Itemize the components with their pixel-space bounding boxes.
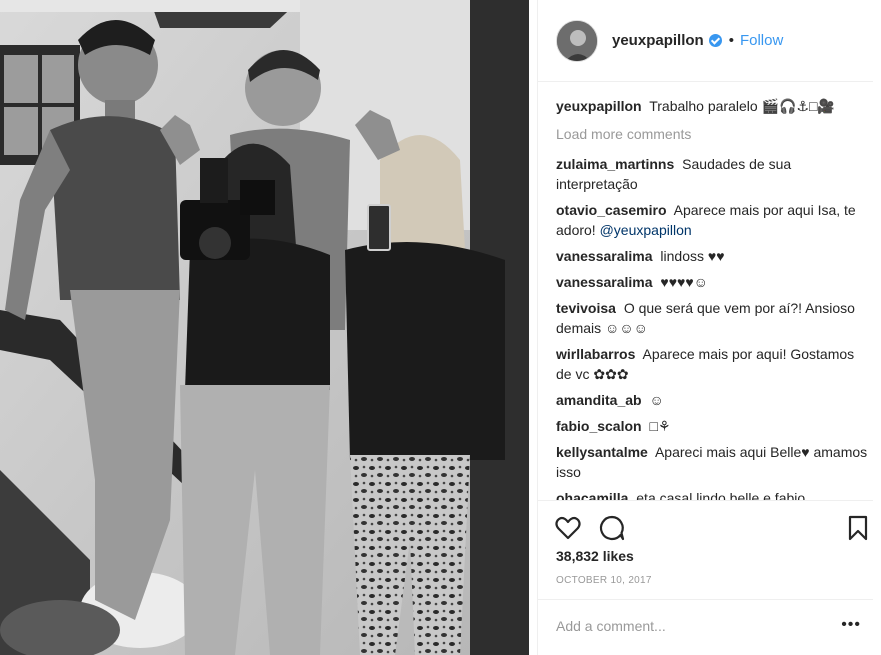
user-avatar[interactable] (556, 19, 598, 62)
comment-username[interactable]: kellysantalme (556, 444, 648, 460)
load-more-comments-button[interactable]: Load more comments (556, 124, 872, 144)
comment-username[interactable]: zulaima_martinns (556, 156, 674, 172)
comment-item: vanessaralima ♥♥♥♥☺ (556, 272, 872, 292)
comments-list[interactable]: yeuxpapillon Trabalho paralelo 🎬🎧⚓□🎥 Loa… (556, 96, 872, 500)
comment-item: amandita_ab ☺ (556, 390, 872, 410)
verified-badge-icon (708, 34, 722, 47)
caption: yeuxpapillon Trabalho paralelo 🎬🎧⚓□🎥 (556, 96, 872, 116)
comment-mention-link[interactable]: @yeuxpapillon (600, 222, 692, 238)
header-separator: • (728, 32, 734, 49)
comment-text: □⚘ (649, 418, 671, 434)
add-comment-bar: ••• (538, 599, 873, 655)
follow-button[interactable]: Follow (740, 32, 783, 49)
comment-text: eta casal lindo belle e fabio (636, 490, 806, 500)
comment-item: vanessaralima lindoss ♥♥ (556, 246, 872, 266)
photo-illustration (0, 0, 529, 655)
avatar-image (557, 20, 597, 61)
bookmark-icon[interactable] (844, 514, 872, 542)
comment-text: lindoss ♥♥ (660, 248, 725, 264)
caption-text: Trabalho paralelo 🎬🎧⚓□🎥 (649, 98, 835, 114)
comment-input[interactable] (556, 618, 816, 634)
comment-item: tevivoisa O que será que vem por aí?! An… (556, 298, 872, 338)
post-header: yeuxpapillon • Follow (538, 0, 873, 82)
post-photo[interactable] (0, 0, 529, 655)
comment-username[interactable]: fabio_scalon (556, 418, 642, 434)
comment-item: zulaima_martinns Saudades de sua interpr… (556, 154, 872, 194)
comment-username[interactable]: wirllabarros (556, 346, 635, 362)
heart-icon[interactable] (554, 514, 582, 542)
comment-bubble-icon[interactable] (598, 514, 626, 542)
comment-item: otavio_casemiro Aparece mais por aqui Is… (556, 200, 872, 240)
comment-username[interactable]: otavio_casemiro (556, 202, 667, 218)
comment-text: ♥♥♥♥☺ (660, 274, 708, 290)
comment-username[interactable]: amandita_ab (556, 392, 642, 408)
post-details-panel: yeuxpapillon • Follow yeuxpapillon Traba… (537, 0, 881, 655)
comment-item: ohacamilla eta casal lindo belle e fabio (556, 488, 872, 500)
post-date[interactable]: OCTOBER 10, 2017 (556, 575, 652, 586)
comment-username[interactable]: vanessaralima (556, 248, 653, 264)
comment-item: wirllabarros Aparece mais por aqui! Gost… (556, 344, 872, 384)
header-username[interactable]: yeuxpapillon (612, 32, 704, 49)
caption-username[interactable]: yeuxpapillon (556, 98, 642, 114)
comment-username[interactable]: tevivoisa (556, 300, 616, 316)
comment-text: ☺ (649, 392, 664, 408)
comment-username[interactable]: ohacamilla (556, 490, 628, 500)
comment-item: fabio_scalon □⚘ (556, 416, 872, 436)
comment-username[interactable]: vanessaralima (556, 274, 653, 290)
likes-count[interactable]: 38,832 likes (556, 548, 634, 564)
comment-item: kellysantalme Apareci mais aqui Belle♥ a… (556, 442, 872, 482)
more-options-icon[interactable]: ••• (841, 616, 861, 634)
